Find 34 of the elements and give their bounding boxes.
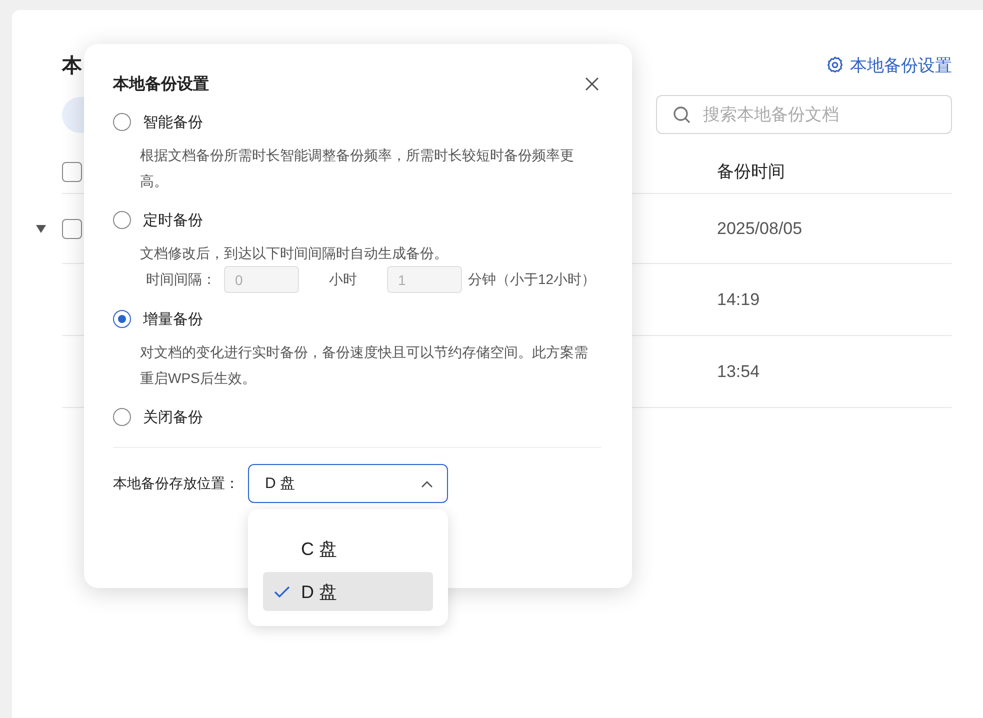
settings-link[interactable]: 本地备份设置 (826, 54, 952, 76)
close-button[interactable] (583, 75, 601, 93)
expand-triangle-icon[interactable] (36, 224, 46, 232)
row-checkbox[interactable] (62, 218, 82, 238)
search-icon (672, 105, 692, 125)
minutes-unit: 分钟（小于12小时） (468, 270, 596, 288)
hours-unit: 小时 (328, 270, 358, 288)
radio-button[interactable] (113, 211, 131, 229)
menu-item[interactable]: D 盘 (263, 572, 433, 611)
page-title: 本 (62, 54, 82, 78)
caret-icon (421, 480, 433, 488)
option-description: 对文档的变化进行实时备份，备份速度快且可以节约存储空间。此方案需重启WPS后生效。 (140, 343, 589, 388)
column-header: 备份时间 (717, 161, 786, 183)
header-checkbox[interactable] (62, 162, 82, 182)
interval-label: 时间间隔： (146, 270, 216, 288)
radio-button[interactable] (113, 113, 131, 131)
settings-icon (826, 56, 844, 74)
option-label: 定时备份 (143, 210, 203, 230)
option-label: 关闭备份 (143, 408, 203, 426)
check-icon (274, 586, 290, 598)
menu-item[interactable]: C 盘 (263, 529, 433, 568)
time-cell-text: 13:54 (717, 362, 761, 382)
option-description: 根据文档备份所需时长智能调整备份频率，所需时长较短时备份频率更高。 (140, 146, 575, 191)
location-label: 本地备份存放位置： (113, 474, 240, 492)
radio-button[interactable] (113, 310, 131, 328)
dialog-title: 本地备份设置 (113, 74, 209, 94)
option-label: 增量备份 (143, 310, 203, 328)
time-cell-text: 2025/08/05 (717, 218, 804, 238)
time-cell-text: 14:19 (717, 290, 761, 310)
search-field[interactable]: 搜索本地备份文档 (656, 95, 952, 134)
radio-button[interactable] (113, 408, 131, 426)
location-select[interactable]: D 盘 (248, 464, 448, 503)
option-description: 文档修改后，到达以下时间间隔时自动生成备份。 (140, 244, 449, 263)
option-label: 智能备份 (143, 112, 203, 132)
